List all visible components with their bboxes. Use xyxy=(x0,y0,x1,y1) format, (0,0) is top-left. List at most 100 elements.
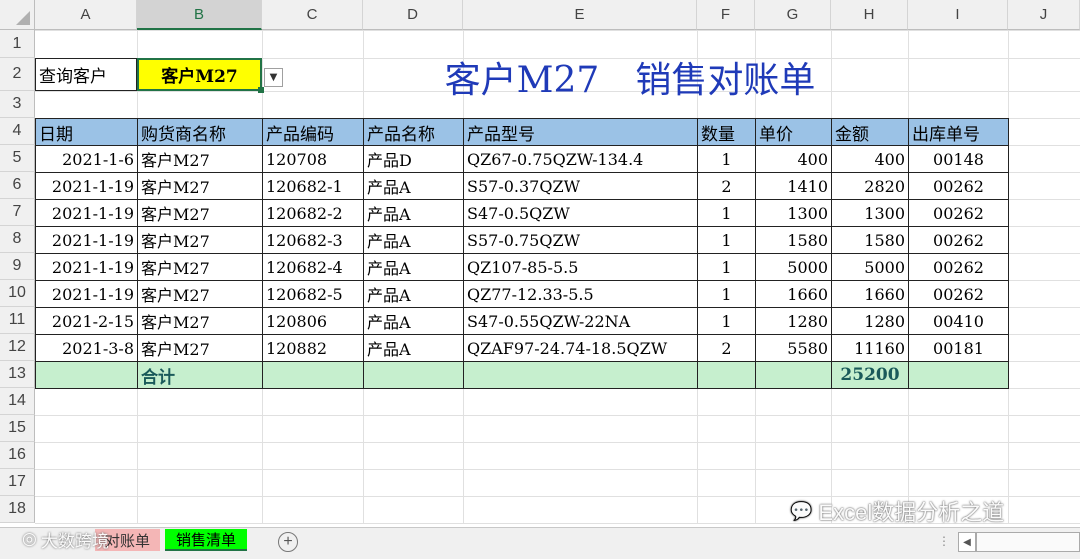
table-cell[interactable]: 客户M27 xyxy=(137,253,263,281)
table-cell[interactable]: 客户M27 xyxy=(137,226,263,254)
table-cell[interactable]: 产品A xyxy=(363,172,464,200)
table-cell[interactable]: 1660 xyxy=(755,280,832,308)
table-cell[interactable]: 2 xyxy=(697,172,756,200)
column-header-i[interactable]: I xyxy=(908,0,1008,30)
table-cell[interactable]: 1 xyxy=(697,280,756,308)
table-cell[interactable]: 1 xyxy=(697,253,756,281)
row-header-1[interactable]: 1 xyxy=(0,30,35,58)
table-cell[interactable]: 客户M27 xyxy=(137,307,263,335)
row-header-6[interactable]: 6 xyxy=(0,172,35,199)
table-cell[interactable]: 5580 xyxy=(755,334,832,362)
row-header-12[interactable]: 12 xyxy=(0,334,35,361)
table-cell[interactable]: 00262 xyxy=(908,172,1009,200)
table-cell[interactable]: S57-0.75QZW xyxy=(463,226,698,254)
table-cell[interactable]: 2820 xyxy=(831,172,909,200)
dropdown-arrow-button[interactable]: ▼ xyxy=(264,68,283,87)
total-value[interactable]: 25200 xyxy=(831,361,909,389)
table-cell[interactable]: 00148 xyxy=(908,145,1009,173)
table-cell[interactable]: QZ77-12.33-5.5 xyxy=(463,280,698,308)
table-cell[interactable]: QZ107-85-5.5 xyxy=(463,253,698,281)
table-cell[interactable]: 00181 xyxy=(908,334,1009,362)
row-header-4[interactable]: 4 xyxy=(0,118,35,145)
scroll-left-button[interactable]: ◀ xyxy=(958,532,976,552)
column-header-g[interactable]: G xyxy=(755,0,831,30)
row-header-9[interactable]: 9 xyxy=(0,253,35,280)
table-cell[interactable]: 11160 xyxy=(831,334,909,362)
table-cell[interactable]: 120682-4 xyxy=(262,253,364,281)
table-cell[interactable]: 产品A xyxy=(363,280,464,308)
table-cell[interactable]: 产品A xyxy=(363,253,464,281)
column-header-b[interactable]: B xyxy=(137,0,262,30)
total-row-cell[interactable] xyxy=(755,361,832,389)
table-cell[interactable]: 120682-5 xyxy=(262,280,364,308)
total-row-cell[interactable] xyxy=(262,361,364,389)
total-row-cell[interactable] xyxy=(697,361,756,389)
fill-handle[interactable] xyxy=(258,87,264,93)
table-cell[interactable]: 2021-2-15 xyxy=(35,307,138,335)
table-cell[interactable]: 00262 xyxy=(908,253,1009,281)
table-cell[interactable]: 1 xyxy=(697,145,756,173)
table-cell[interactable]: 客户M27 xyxy=(137,145,263,173)
table-cell[interactable]: 00262 xyxy=(908,280,1009,308)
table-cell[interactable]: 1410 xyxy=(755,172,832,200)
total-row-cell[interactable] xyxy=(908,361,1009,389)
row-header-18[interactable]: 18 xyxy=(0,496,35,523)
row-header-5[interactable]: 5 xyxy=(0,145,35,172)
total-label[interactable]: 合计 xyxy=(137,361,263,389)
table-cell[interactable]: 1300 xyxy=(755,199,832,227)
table-cell[interactable]: 1 xyxy=(697,199,756,227)
table-cell[interactable]: 2021-1-19 xyxy=(35,226,138,254)
table-cell[interactable]: S57-0.37QZW xyxy=(463,172,698,200)
table-cell[interactable]: 5000 xyxy=(755,253,832,281)
tab-split-handle[interactable]: ⋮ xyxy=(938,534,950,550)
total-row-cell[interactable] xyxy=(463,361,698,389)
table-cell[interactable]: 2021-1-19 xyxy=(35,199,138,227)
column-header-h[interactable]: H xyxy=(831,0,908,30)
table-cell[interactable]: 产品A xyxy=(363,199,464,227)
table-cell[interactable]: 2 xyxy=(697,334,756,362)
table-cell[interactable]: 120682-1 xyxy=(262,172,364,200)
total-row-cell[interactable] xyxy=(363,361,464,389)
column-header-f[interactable]: F xyxy=(697,0,755,30)
row-header-11[interactable]: 11 xyxy=(0,307,35,334)
row-header-15[interactable]: 15 xyxy=(0,415,35,442)
table-cell[interactable]: 客户M27 xyxy=(137,199,263,227)
table-cell[interactable]: 400 xyxy=(831,145,909,173)
table-cell[interactable]: 1660 xyxy=(831,280,909,308)
column-header-c[interactable]: C xyxy=(262,0,363,30)
table-cell[interactable]: S47-0.5QZW xyxy=(463,199,698,227)
table-cell[interactable]: 1580 xyxy=(755,226,832,254)
table-cell[interactable]: 120682-3 xyxy=(262,226,364,254)
table-cell[interactable]: 00410 xyxy=(908,307,1009,335)
row-header-8[interactable]: 8 xyxy=(0,226,35,253)
table-cell[interactable]: 400 xyxy=(755,145,832,173)
table-cell[interactable]: 120806 xyxy=(262,307,364,335)
table-cell[interactable]: 2021-1-6 xyxy=(35,145,138,173)
row-header-16[interactable]: 16 xyxy=(0,442,35,469)
table-cell[interactable]: 1280 xyxy=(831,307,909,335)
table-cell[interactable]: 客户M27 xyxy=(137,280,263,308)
total-row-cell[interactable] xyxy=(35,361,138,389)
table-cell[interactable]: 产品D xyxy=(363,145,464,173)
table-cell[interactable]: 120682-2 xyxy=(262,199,364,227)
row-header-3[interactable]: 3 xyxy=(0,91,35,118)
add-sheet-icon[interactable]: + xyxy=(278,532,298,552)
row-header-13[interactable]: 13 xyxy=(0,361,35,388)
row-header-17[interactable]: 17 xyxy=(0,469,35,496)
row-header-2[interactable]: 2 xyxy=(0,58,35,91)
table-cell[interactable]: 1 xyxy=(697,226,756,254)
table-cell[interactable]: 客户M27 xyxy=(137,334,263,362)
table-cell[interactable]: 120708 xyxy=(262,145,364,173)
table-cell[interactable]: 5000 xyxy=(831,253,909,281)
table-cell[interactable]: 1300 xyxy=(831,199,909,227)
table-cell[interactable]: 产品A xyxy=(363,334,464,362)
table-cell[interactable]: 1580 xyxy=(831,226,909,254)
table-cell[interactable]: 1 xyxy=(697,307,756,335)
row-header-10[interactable]: 10 xyxy=(0,280,35,307)
column-header-e[interactable]: E xyxy=(463,0,697,30)
table-cell[interactable]: 产品A xyxy=(363,226,464,254)
table-cell[interactable]: 00262 xyxy=(908,199,1009,227)
table-cell[interactable]: 2021-1-19 xyxy=(35,253,138,281)
column-header-d[interactable]: D xyxy=(363,0,463,30)
table-cell[interactable]: 120882 xyxy=(262,334,364,362)
